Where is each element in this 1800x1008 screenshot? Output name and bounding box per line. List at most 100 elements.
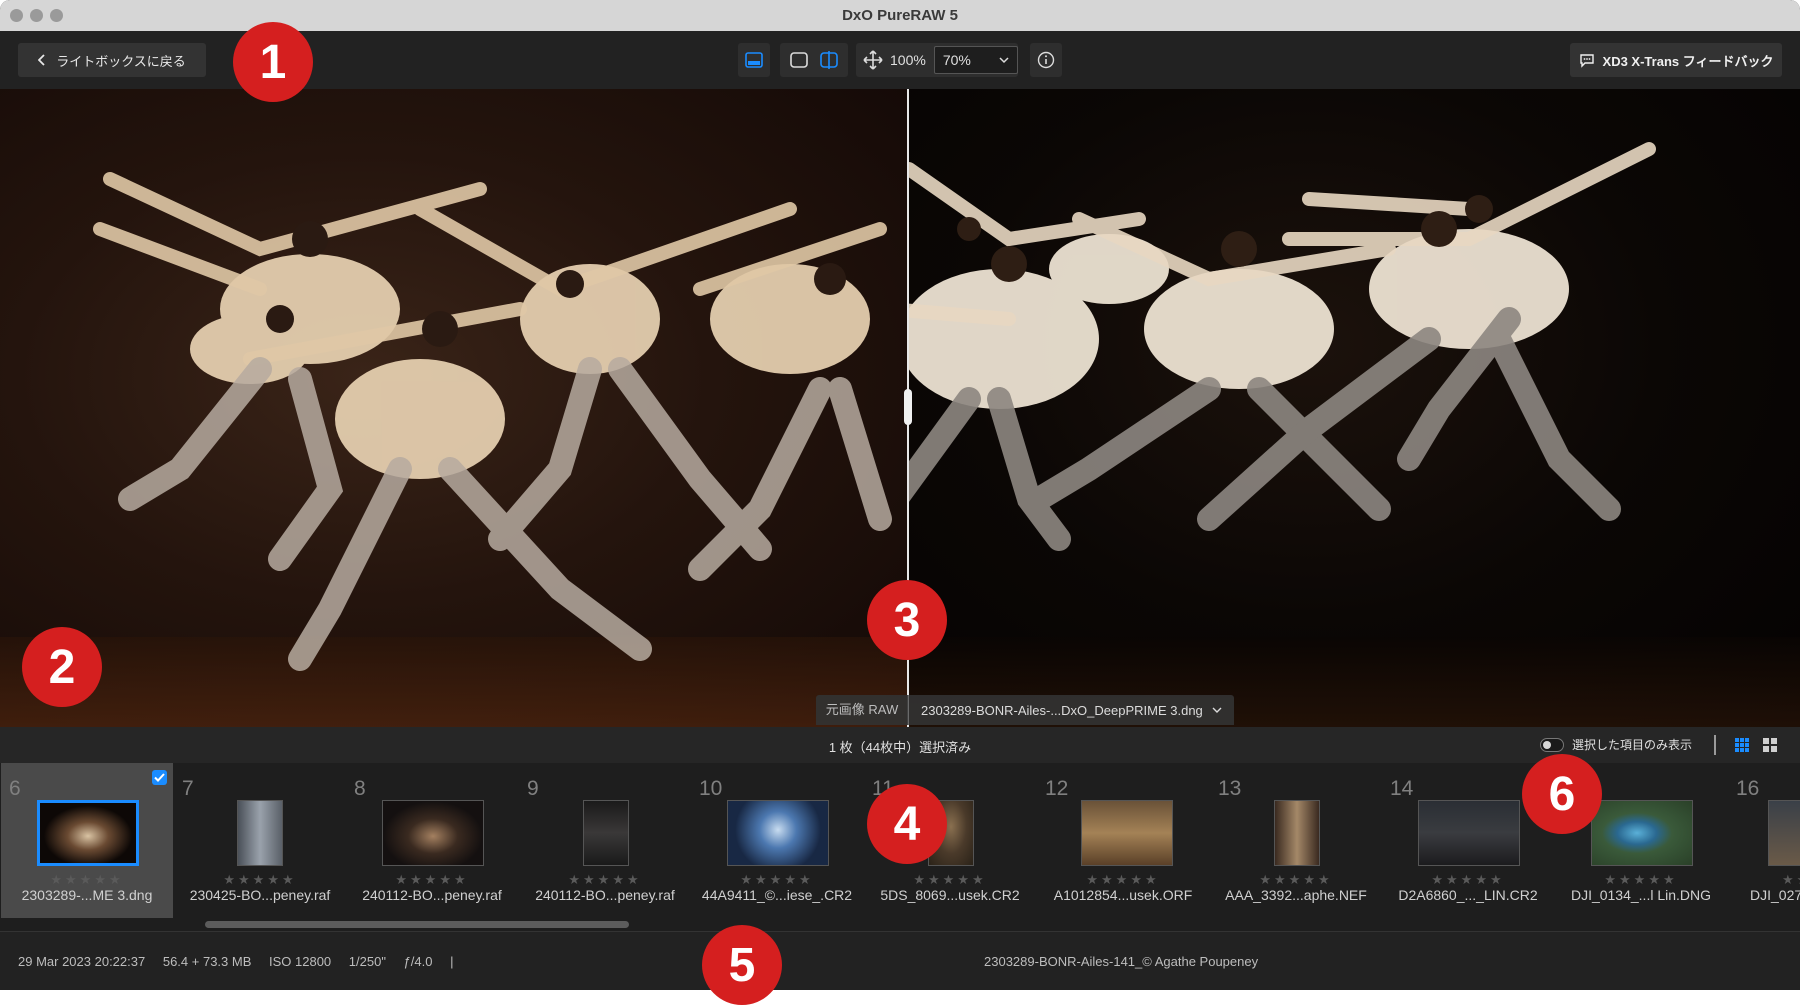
checkmark-icon (154, 773, 165, 782)
exif-metadata: 29 Mar 2023 20:22:37 56.4 + 73.3 MB ISO … (18, 954, 468, 969)
file-size: 56.4 + 73.3 MB (162, 954, 252, 969)
filmstrip-item[interactable]: 12 ★★★★★ A1012854...usek.ORF (1037, 763, 1209, 918)
show-selected-only-label: 選択した項目のみ表示 (1572, 738, 1693, 752)
thumbnail-image (727, 800, 829, 866)
split-view-icon[interactable] (819, 50, 839, 70)
rating-stars[interactable]: ★★★★★ (1210, 872, 1382, 888)
rating-stars[interactable]: ★★★★★ (1382, 872, 1554, 888)
rating-stars[interactable]: ★★★★★ (864, 872, 1036, 888)
selection-bar: 1 枚（44枚中）選択済み 選択した項目のみ表示 (0, 727, 1800, 763)
callout-6: 6 (1522, 754, 1602, 834)
rating-stars[interactable]: ★★★★★ (519, 872, 691, 888)
view-mode-group (780, 43, 848, 77)
feedback-button[interactable]: XD3 X-Trans フィードバック (1570, 43, 1782, 77)
thumbnail-image (237, 800, 283, 866)
thumbnail-image (1418, 800, 1520, 866)
filmstrip-scrollbar[interactable] (0, 919, 1800, 931)
selected-checkbox[interactable] (152, 770, 167, 785)
filmstrip-item[interactable]: 6 ★★★★★ 2303289-...ME 3.dng (1, 763, 173, 918)
scrollbar-thumb[interactable] (205, 921, 629, 928)
toggle-switch[interactable] (1540, 737, 1564, 752)
zoom-100-button[interactable]: 100% (890, 52, 926, 68)
thumbnail-image (583, 800, 629, 866)
back-button-label: ライトボックスに戻る (56, 53, 186, 69)
file-name: D2A6860_..._LIN.CR2 (1398, 887, 1538, 903)
file-name: DJI_0134_...l Lin.DNG (1570, 887, 1712, 903)
image-credit: 2303289-BONR-Ailes-141_© Agathe Poupeney (984, 954, 1259, 969)
iso-value: ISO 12800 (269, 954, 332, 969)
file-name: AAA_3392...aphe.NEF (1225, 887, 1367, 903)
file-name: A1012854...usek.ORF (1053, 887, 1193, 903)
rating-stars[interactable]: ★★★★★ (1782, 872, 1800, 888)
original-raw-label: 元画像 RAW (816, 695, 909, 725)
info-icon (1037, 51, 1055, 69)
item-index: 10 (699, 777, 723, 800)
filmstrip-item[interactable]: 16 ★★★★★ DJI_027 (1728, 763, 1800, 918)
file-name: 230425-BO...peney.raf (189, 887, 331, 903)
chevron-down-icon (999, 56, 1009, 63)
dancers-photo-processed (909, 142, 1656, 551)
grid-large-icon[interactable] (1762, 737, 1778, 753)
thumbnail-image (1081, 800, 1173, 866)
grid-small-icon[interactable] (1734, 737, 1750, 753)
thumbnail-image (1591, 800, 1693, 866)
capture-date: 29 Mar 2023 20:22:37 (18, 954, 146, 969)
show-selected-only-toggle[interactable]: 選択した項目のみ表示 (1540, 736, 1692, 753)
dancers-photo-original (93, 172, 892, 671)
rating-stars[interactable]: ★★★★★ (174, 872, 346, 888)
filmstrip-item[interactable]: 8 ★★★★★ 240112-BO...peney.raf (346, 763, 518, 918)
item-index: 14 (1390, 777, 1414, 800)
file-name: 240112-BO...peney.raf (535, 887, 675, 903)
callout-2: 2 (22, 627, 102, 707)
status-bar: 29 Mar 2023 20:22:37 56.4 + 73.3 MB ISO … (0, 931, 1800, 990)
deepprime-output-preview (909, 89, 1800, 727)
thumbnail-image (1274, 800, 1320, 866)
file-name: 2303289-...ME 3.dng (21, 887, 153, 903)
back-to-lightbox-button[interactable]: ライトボックスに戻る (18, 43, 206, 77)
split-drag-handle[interactable] (904, 389, 912, 425)
rating-stars[interactable]: ★★★★★ (1, 872, 173, 888)
feedback-label: XD3 X-Trans フィードバック (1602, 53, 1774, 69)
selection-count: 1 枚（44枚中）選択済み (828, 740, 972, 755)
item-index: 6 (9, 777, 21, 800)
single-view-bottom-panel-button[interactable] (738, 43, 770, 77)
item-index: 16 (1736, 777, 1760, 800)
single-view-icon[interactable] (789, 51, 809, 69)
callout-5: 5 (702, 925, 782, 1005)
thumbnail-dancers (37, 800, 139, 866)
callout-3: 3 (867, 580, 947, 660)
zoom-controls: 100% 70% (856, 43, 1018, 77)
zoom-level-select[interactable]: 70% (933, 46, 1018, 74)
filmstrip-item[interactable]: 9 ★★★★★ 240112-BO...peney.raf (519, 763, 691, 918)
chevron-down-icon (1212, 707, 1222, 713)
rating-stars[interactable]: ★★★★★ (1555, 872, 1727, 888)
rating-stars[interactable]: ★★★★★ (346, 872, 518, 888)
panel-bottom-icon (745, 52, 763, 68)
callout-4: 4 (867, 784, 947, 864)
rating-stars[interactable]: ★★★★★ (1037, 872, 1209, 888)
item-index: 9 (527, 777, 539, 800)
item-index: 8 (354, 777, 366, 800)
filmstrip-item[interactable]: 10 ★★★★★ 44A9411_©...iese_.CR2 (691, 763, 863, 918)
file-name: 44A9411_©...iese_.CR2 (701, 887, 853, 903)
thumbnail-image (1768, 800, 1800, 866)
chat-bubble-icon (1579, 53, 1594, 68)
filmstrip-item[interactable]: 7 ★★★★★ 230425-BO...peney.raf (174, 763, 346, 918)
output-file-name: 2303289-BONR-Ailes-...DxO_DeepPRIME 3.dn… (921, 702, 1203, 718)
info-button[interactable] (1030, 43, 1062, 77)
aperture: ƒ/4.0 (403, 954, 433, 969)
file-name: 5DS_8069...usek.CR2 (880, 887, 1020, 903)
filmstrip-item[interactable]: 13 ★★★★★ AAA_3392...aphe.NEF (1210, 763, 1382, 918)
file-name: DJI_027 (1750, 887, 1800, 903)
meta-divider: | (450, 954, 454, 969)
file-name: 240112-BO...peney.raf (362, 887, 502, 903)
shutter-speed: 1/250" (348, 954, 386, 969)
divider (1714, 735, 1716, 755)
thumbnail-image (382, 800, 484, 866)
pan-move-icon[interactable] (862, 49, 884, 71)
callout-1: 1 (233, 22, 313, 102)
zoom-level-value: 70% (942, 52, 971, 68)
item-index: 7 (182, 777, 194, 800)
output-file-select[interactable]: 2303289-BONR-Ailes-...DxO_DeepPRIME 3.dn… (909, 703, 1234, 718)
rating-stars[interactable]: ★★★★★ (691, 872, 863, 888)
